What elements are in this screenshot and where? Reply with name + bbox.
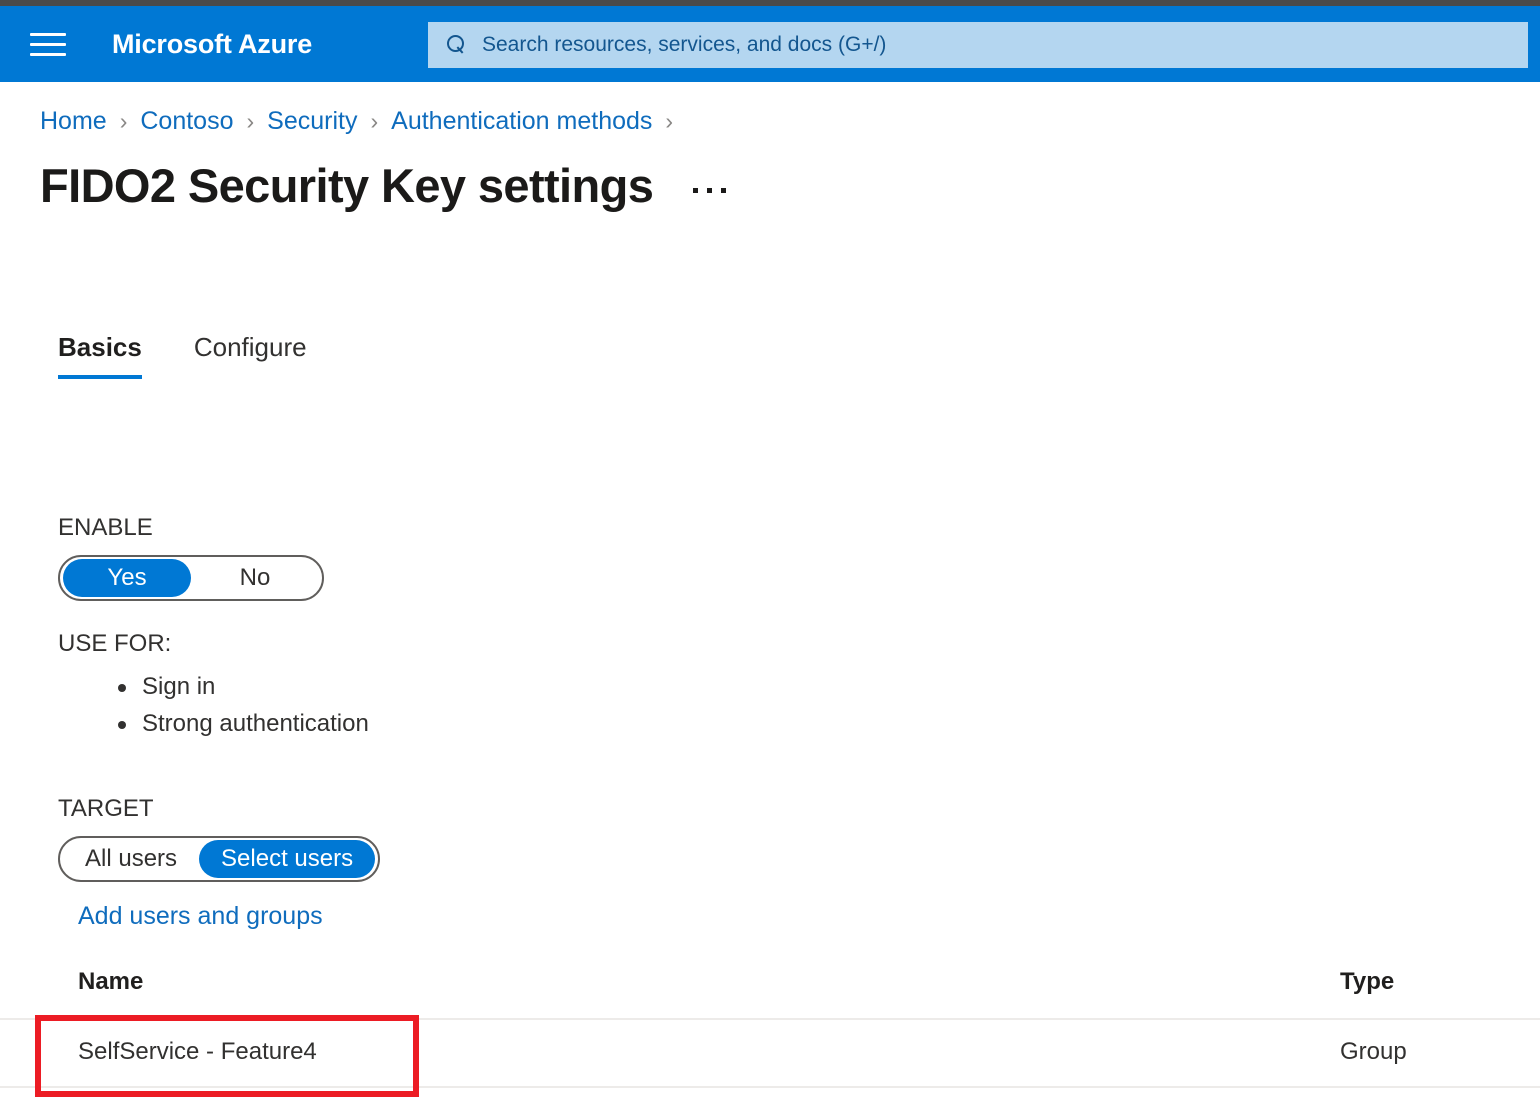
ellipsis-icon[interactable] xyxy=(693,188,727,193)
target-option-select-users[interactable]: Select users xyxy=(199,840,376,878)
column-header-name[interactable]: Name xyxy=(78,968,143,996)
ellipsis-dot xyxy=(707,188,713,193)
chevron-right-icon: › xyxy=(246,108,255,134)
title-row: FIDO2 Security Key settings xyxy=(40,158,727,213)
tab-basics[interactable]: Basics xyxy=(58,332,142,379)
breadcrumb: Home › Contoso › Security › Authenticati… xyxy=(40,107,686,136)
chevron-right-icon: › xyxy=(370,108,379,134)
hamburger-line xyxy=(30,42,66,46)
search-input[interactable]: Search resources, services, and docs (G+… xyxy=(428,22,1528,68)
cell-name: SelfService - Feature4 xyxy=(78,1038,317,1065)
global-header: Microsoft Azure Search resources, servic… xyxy=(0,6,1540,82)
use-for-item-sign-in: Sign in xyxy=(118,668,369,705)
breadcrumb-item-home[interactable]: Home xyxy=(40,107,107,136)
breadcrumb-item-authentication-methods[interactable]: Authentication methods xyxy=(391,107,652,136)
enable-option-yes[interactable]: Yes xyxy=(63,559,191,597)
breadcrumb-item-contoso[interactable]: Contoso xyxy=(140,107,233,136)
table-header-row: Name Type xyxy=(0,950,1540,1020)
column-header-type[interactable]: Type xyxy=(1340,968,1394,996)
hamburger-line xyxy=(30,32,66,36)
target-option-all-users[interactable]: All users xyxy=(63,840,199,878)
search-placeholder: Search resources, services, and docs (G+… xyxy=(482,33,887,56)
page-content: Home › Contoso › Security › Authenticati… xyxy=(0,82,1540,1097)
table-row[interactable]: SelfService - Feature4 Group xyxy=(0,1020,1540,1088)
target-toggle[interactable]: All users Select users xyxy=(58,836,381,882)
users-groups-table: Name Type SelfService - Feature4 Group xyxy=(0,950,1540,1088)
chevron-right-icon: › xyxy=(665,108,674,134)
use-for-list: Sign in Strong authentication xyxy=(110,668,369,742)
ellipsis-dot xyxy=(693,188,699,193)
breadcrumb-item-security[interactable]: Security xyxy=(267,107,357,136)
add-users-and-groups-link[interactable]: Add users and groups xyxy=(78,902,323,931)
page-title: FIDO2 Security Key settings xyxy=(40,159,654,212)
enable-option-no[interactable]: No xyxy=(191,559,319,597)
brand-title[interactable]: Microsoft Azure xyxy=(112,29,312,60)
use-for-item-strong-authentication: Strong authentication xyxy=(118,705,369,742)
target-label: TARGET xyxy=(58,795,154,822)
enable-toggle[interactable]: Yes No xyxy=(58,555,324,601)
ellipsis-dot xyxy=(721,188,727,193)
tab-list: Basics Configure xyxy=(58,332,359,379)
enable-label: ENABLE xyxy=(58,514,153,541)
search-icon xyxy=(446,34,468,56)
tab-configure[interactable]: Configure xyxy=(194,332,307,379)
hamburger-line xyxy=(30,52,66,56)
use-for-label: USE FOR: xyxy=(58,630,172,657)
hamburger-icon[interactable] xyxy=(30,29,66,59)
chevron-right-icon: › xyxy=(119,108,128,134)
cell-type: Group xyxy=(1340,1038,1407,1065)
